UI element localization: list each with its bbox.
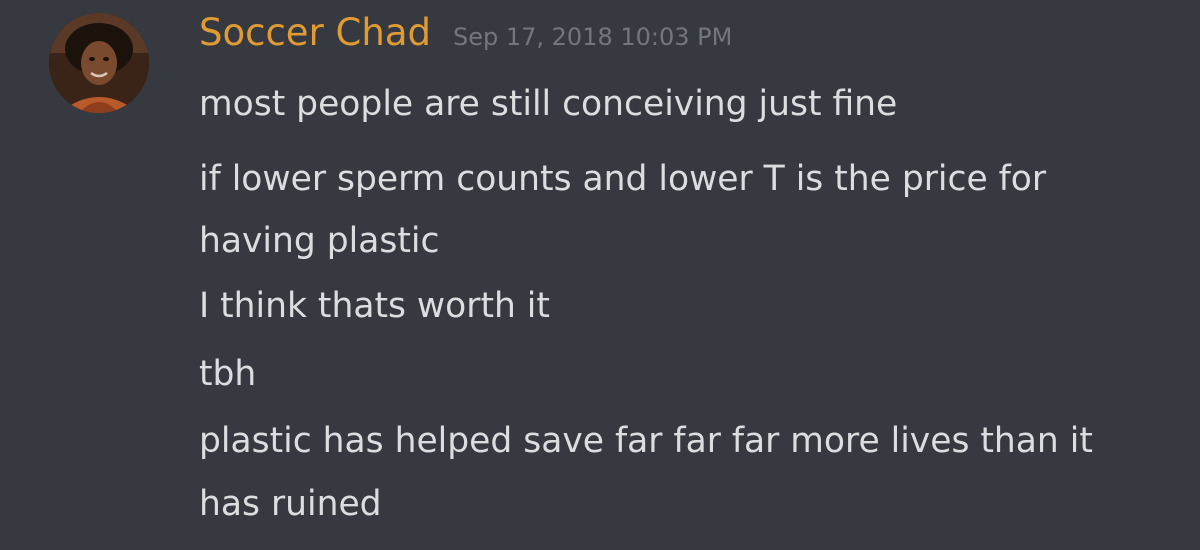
message-line: tbh [199, 354, 257, 394]
username[interactable]: Soccer Chad [199, 10, 431, 56]
message-line: most people are still conceiving just fi… [199, 84, 898, 124]
message-header: Soccer Chad Sep 17, 2018 10:03 PM [199, 10, 732, 60]
message-line: having plastic [199, 221, 440, 261]
message-line: I think thats worth it [199, 286, 550, 326]
chat-message: Soccer Chad Sep 17, 2018 10:03 PM most p… [0, 0, 1200, 550]
user-avatar[interactable] [49, 13, 149, 113]
message-timestamp[interactable]: Sep 17, 2018 10:03 PM [453, 23, 732, 51]
message-line: if lower sperm counts and lower T is the… [199, 159, 1047, 199]
message-line: plastic has helped save far far far more… [199, 421, 1093, 461]
message-line: has ruined [199, 484, 382, 524]
avatar-image [49, 13, 149, 113]
